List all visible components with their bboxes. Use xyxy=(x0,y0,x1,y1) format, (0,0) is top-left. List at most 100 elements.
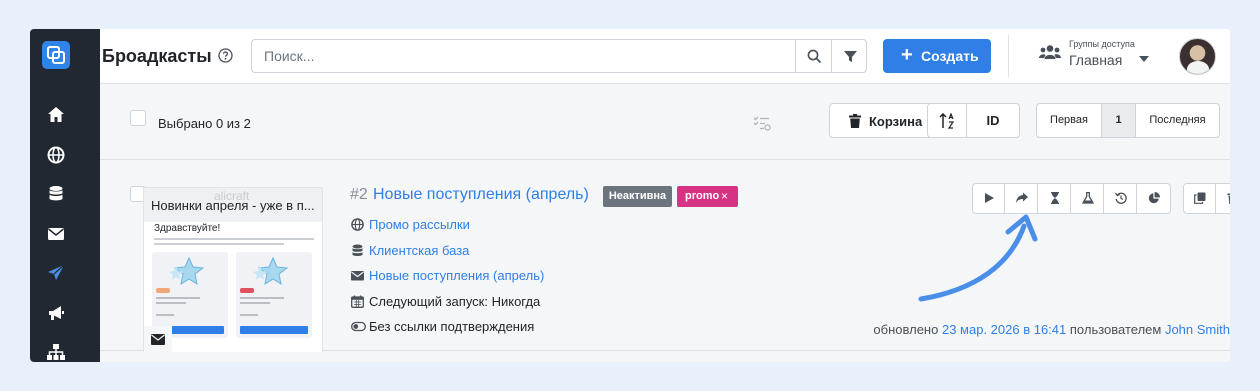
delete-button[interactable] xyxy=(1217,184,1230,213)
sort-ascending-icon xyxy=(939,113,955,129)
test-button[interactable] xyxy=(1072,184,1104,213)
play-button[interactable] xyxy=(973,184,1005,213)
tag-label: promo xyxy=(685,190,720,202)
thumbnail-text-line xyxy=(154,243,284,245)
bulk-actions-icon[interactable] xyxy=(753,115,771,136)
create-button-label: Создать xyxy=(921,48,979,64)
play-icon xyxy=(985,193,994,203)
template-link[interactable]: Новые поступления (апрель) xyxy=(369,268,544,283)
access-group-caption: Группы доступа xyxy=(1069,39,1135,49)
toggle-off-icon xyxy=(351,321,366,332)
broadcast-extra-actions xyxy=(1183,183,1230,214)
status-badge: Неактивна xyxy=(603,186,672,207)
users-icon xyxy=(1039,44,1061,65)
updated-by-prefix: пользователем xyxy=(1069,322,1162,337)
calendar-icon xyxy=(351,295,364,308)
access-group-select[interactable]: Главная xyxy=(1069,52,1122,68)
star-icon xyxy=(169,256,205,286)
database-icon[interactable] xyxy=(46,184,66,204)
sort-direction-button[interactable] xyxy=(927,103,967,138)
channel-link[interactable]: Промо рассылки xyxy=(369,217,470,232)
stats-button[interactable] xyxy=(1138,184,1170,213)
thumbnail-text-line xyxy=(240,302,270,304)
email-preview-thumbnail[interactable]: alicraft Новинки апреля - уже в п... Здр… xyxy=(143,187,323,353)
chevron-down-icon[interactable] xyxy=(1139,56,1149,62)
search-input[interactable] xyxy=(252,40,795,72)
sitemap-icon[interactable] xyxy=(46,342,66,362)
broadcast-row: alicraft Новинки апреля - уже в п... Здр… xyxy=(100,161,1230,353)
thumbnail-text-line xyxy=(240,297,284,299)
page-first-button[interactable]: Первая xyxy=(1036,103,1102,138)
select-all-checkbox[interactable] xyxy=(130,110,146,126)
thumbnail-greeting: Здравствуйте! xyxy=(154,223,221,234)
filter-icon xyxy=(844,51,857,62)
trash-button-label: Корзина xyxy=(869,114,923,129)
share-icon xyxy=(1016,192,1028,203)
thumbnail-buy-button xyxy=(240,326,308,334)
pie-chart-icon xyxy=(1148,192,1160,204)
schedule-button[interactable] xyxy=(1039,184,1071,213)
thumbnail-text-line xyxy=(156,297,200,299)
thumbnail-text-line xyxy=(240,314,258,316)
broadcast-id: #2 xyxy=(350,186,368,203)
hourglass-icon xyxy=(1051,192,1059,204)
tag-badge: promo × xyxy=(677,186,738,207)
star-icon xyxy=(253,256,289,286)
thumbnail-text-line xyxy=(156,314,174,316)
copy-button[interactable] xyxy=(1184,184,1216,213)
trash-icon xyxy=(1227,193,1230,204)
page-title: Броадкасты xyxy=(102,46,212,66)
page-current[interactable]: 1 xyxy=(1101,103,1136,138)
email-type-badge xyxy=(144,326,172,352)
help-icon[interactable] xyxy=(218,48,233,68)
envelope-icon[interactable] xyxy=(46,224,66,244)
sidebar xyxy=(30,29,100,362)
next-row-edge xyxy=(100,352,1230,362)
sort-field-select[interactable]: ID xyxy=(966,103,1020,138)
trash-icon xyxy=(849,114,861,128)
next-run-text: Следующий запуск: Никогда xyxy=(369,294,541,309)
paper-plane-icon[interactable] xyxy=(46,263,66,283)
copy-icon xyxy=(1194,192,1206,204)
thumbnail-badge xyxy=(156,288,170,293)
share-button[interactable] xyxy=(1006,184,1038,213)
broadcast-name-link[interactable]: Новые поступления (апрель) xyxy=(373,186,589,204)
trash-button[interactable]: Корзина xyxy=(829,103,941,138)
avatar[interactable] xyxy=(1179,38,1216,75)
home-icon[interactable] xyxy=(46,105,66,125)
pagination: Первая 1 Последняя xyxy=(1036,103,1220,138)
list-toolbar: Выбрано 0 из 2 Корзина ID Первая 1 После… xyxy=(100,85,1230,160)
megaphone-icon[interactable] xyxy=(46,303,66,323)
app-frame: Броадкасты + Создать Группы доступа Глав… xyxy=(30,29,1230,362)
database-icon xyxy=(352,244,363,256)
audience-link[interactable]: Клиентская база xyxy=(369,243,469,258)
history-icon xyxy=(1115,192,1127,204)
updated-date-link[interactable]: 23 мар. 2026 в 16:41 xyxy=(942,322,1066,337)
top-bar: Броадкасты + Создать Группы доступа Глав… xyxy=(100,29,1230,84)
app-logo[interactable] xyxy=(42,41,70,69)
envelope-icon xyxy=(151,334,165,345)
thumbnail-title: Новинки апреля - уже в п... xyxy=(151,198,315,213)
flask-icon xyxy=(1082,192,1094,204)
thumbnail-text-line xyxy=(154,238,314,240)
search-button[interactable] xyxy=(795,40,831,72)
confirmation-text: Без ссылки подтверждения xyxy=(369,319,535,334)
globe-icon[interactable] xyxy=(46,145,66,165)
updated-info: обновлено 23 мар. 2026 в 16:41 пользоват… xyxy=(873,322,1230,337)
sort-control: ID xyxy=(927,103,1020,138)
search-icon xyxy=(807,49,822,64)
thumbnail-badge xyxy=(240,288,254,293)
filter-button[interactable] xyxy=(831,40,867,72)
selection-count: Выбрано 0 из 2 xyxy=(158,116,251,131)
history-button[interactable] xyxy=(1105,184,1137,213)
envelope-icon xyxy=(351,271,364,281)
plus-icon: + xyxy=(901,44,913,66)
divider xyxy=(1008,35,1009,77)
globe-icon xyxy=(351,218,364,231)
broadcast-actions xyxy=(972,183,1171,214)
create-button[interactable]: + Создать xyxy=(883,39,991,73)
tag-remove-icon[interactable]: × xyxy=(721,186,728,207)
page-last-button[interactable]: Последняя xyxy=(1135,103,1220,138)
updated-by-user-link[interactable]: John Smith xyxy=(1165,322,1230,337)
thumbnail-text-line xyxy=(156,302,186,304)
